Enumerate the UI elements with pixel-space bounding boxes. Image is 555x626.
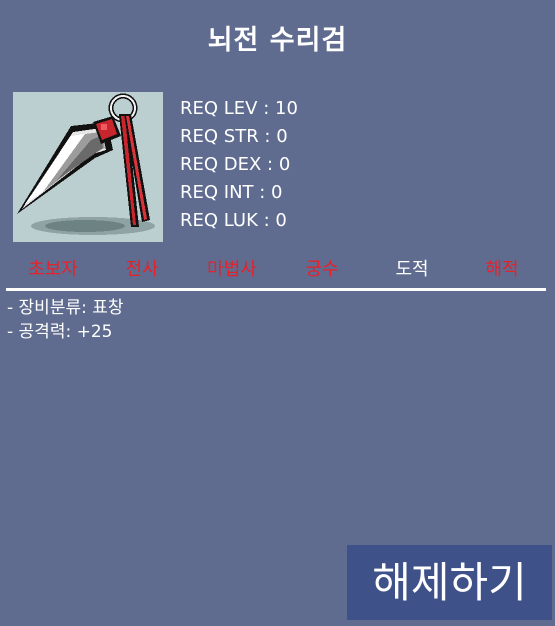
requirements-list: REQ LEV : 10 REQ STR : 0 REQ DEX : 0 REQ… <box>180 95 298 235</box>
req-luk: REQ LUK : 0 <box>180 210 287 231</box>
job-warrior: 전사 <box>125 259 159 280</box>
job-bowman: 궁수 <box>305 259 339 280</box>
item-name: 뇌전 수리검 <box>207 25 348 56</box>
unequip-button[interactable]: 해제하기 <box>347 545 552 620</box>
job-pirate: 해적 <box>485 259 519 280</box>
req-level: REQ LEV : 10 <box>180 98 298 119</box>
req-dex: REQ DEX : 0 <box>180 154 291 175</box>
job-magician: 마법사 <box>207 259 257 280</box>
job-beginner: 초보자 <box>28 259 78 280</box>
divider <box>6 288 546 291</box>
stat-attack: - 공격력: +25 <box>7 322 113 342</box>
job-thief: 도적 <box>395 259 429 280</box>
thunder-shuriken-icon <box>13 92 163 242</box>
req-int: REQ INT : 0 <box>180 182 283 203</box>
item-stats: - 장비분류: 표창 - 공격력: +25 <box>7 296 124 344</box>
job-class-row: 초보자 전사 마법사 궁수 도적 해적 <box>0 256 555 284</box>
stat-equipment-category: - 장비분류: 표창 <box>7 298 124 318</box>
req-str: REQ STR : 0 <box>180 126 288 147</box>
